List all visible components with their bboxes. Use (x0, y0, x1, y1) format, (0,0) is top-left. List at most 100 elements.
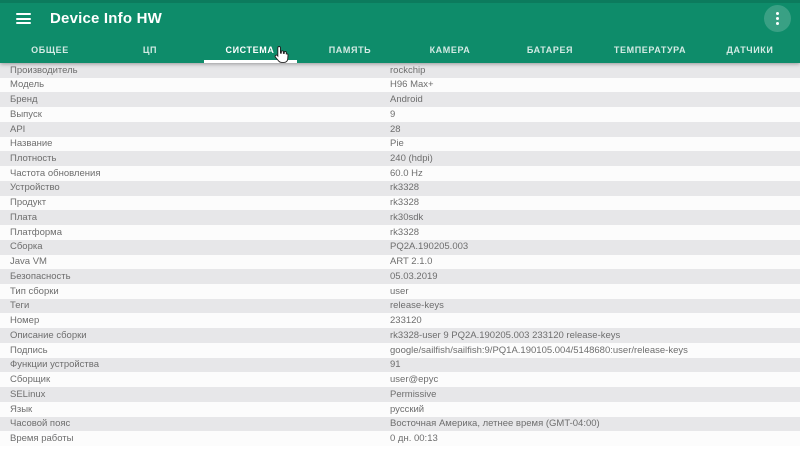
row-label: Сборщик (0, 375, 390, 385)
row-label: Тип сборки (0, 287, 390, 297)
row-value: rk3328 (390, 228, 800, 238)
row-value: 28 (390, 125, 800, 135)
tab-label: ОБЩЕЕ (31, 43, 69, 55)
row-value: 0 дн. 00:13 (390, 434, 800, 444)
row-value: rockchip (390, 66, 800, 76)
overflow-menu-button[interactable] (764, 5, 791, 32)
row-label: Номер (0, 316, 390, 326)
row-value: русский (390, 405, 800, 415)
table-row: Безопасность05.03.2019 (0, 269, 800, 284)
app-header: Device Info HW ОБЩЕЕ ЦП СИСТЕМА ПАМЯТЬ КАМЕР… (0, 0, 800, 63)
row-label: Модель (0, 80, 390, 90)
table-row: Часовой поясВосточная Америка, летнее вр… (0, 417, 800, 432)
tab-system[interactable]: СИСТЕМА (200, 34, 300, 63)
tab-label: КАМЕРА (430, 43, 471, 55)
row-label: Бренд (0, 95, 390, 105)
row-label: Время работы (0, 434, 390, 444)
row-value: 60.0 Hz (390, 169, 800, 179)
row-label: Продукт (0, 198, 390, 208)
row-value: 9 (390, 110, 800, 120)
row-value: 240 (hdpi) (390, 154, 800, 164)
active-tab-indicator (204, 60, 297, 63)
table-row: МодельH96 Max+ (0, 78, 800, 93)
row-label: Устройство (0, 183, 390, 193)
row-value: rk3328 (390, 198, 800, 208)
tab-temperature[interactable]: ТЕМПЕРАТУРА (600, 34, 700, 63)
table-row: БрендAndroid (0, 92, 800, 107)
row-value: user (390, 287, 800, 297)
table-row: Время работы0 дн. 00:13 (0, 431, 800, 446)
vertical-ellipsis-icon (776, 12, 779, 25)
tab-label: ПАМЯТЬ (329, 43, 372, 55)
row-label: Подпись (0, 346, 390, 356)
hamburger-menu-icon[interactable] (16, 13, 31, 24)
tab-cpu[interactable]: ЦП (100, 34, 200, 63)
tab-label: ДАТЧИКИ (727, 43, 774, 55)
row-label: Сборка (0, 242, 390, 252)
table-row: Описание сборкиrk3328-user 9 PQ2A.190205… (0, 328, 800, 343)
table-row: НазваниеPie (0, 137, 800, 152)
row-value: Восточная Америка, летнее время (GMT-04:… (390, 419, 800, 429)
tab-bar: ОБЩЕЕ ЦП СИСТЕМА ПАМЯТЬ КАМЕРА БАТАРЕЯ ТЕМПЕРА… (0, 34, 800, 63)
table-row: Номер233120 (0, 313, 800, 328)
tab-label: ТЕМПЕРАТУРА (614, 43, 686, 55)
table-row: Продуктrk3328 (0, 196, 800, 211)
row-label: Функции устройства (0, 360, 390, 370)
table-row: Выпуск9 (0, 107, 800, 122)
table-row: Частота обновления60.0 Hz (0, 166, 800, 181)
table-row: Тегиrelease-keys (0, 299, 800, 314)
table-row: Платформаrk3328 (0, 225, 800, 240)
table-row: Java VMART 2.1.0 (0, 255, 800, 270)
row-label: Выпуск (0, 110, 390, 120)
row-value: Android (390, 95, 800, 105)
row-value: Pie (390, 139, 800, 149)
row-label: Язык (0, 405, 390, 415)
app-bar: Device Info HW (0, 0, 800, 34)
row-label: Теги (0, 301, 390, 311)
table-row: Тип сборкиuser (0, 284, 800, 299)
row-label: Java VM (0, 257, 390, 267)
row-value: Permissive (390, 390, 800, 400)
tab-general[interactable]: ОБЩЕЕ (0, 34, 100, 63)
row-label: SELinux (0, 390, 390, 400)
row-value: rk3328 (390, 183, 800, 193)
row-value: 91 (390, 360, 800, 370)
table-row: Сборщикuser@epyc (0, 372, 800, 387)
table-row: Платаrk30sdk (0, 210, 800, 225)
row-label: Частота обновления (0, 169, 390, 179)
row-label: Безопасность (0, 272, 390, 282)
row-value: H96 Max+ (390, 80, 800, 90)
system-properties-table: ПроизводительrockchipМодельH96 Max+Бренд… (0, 63, 800, 446)
tab-label: СИСТЕМА (226, 43, 275, 55)
row-label: Название (0, 139, 390, 149)
tab-battery[interactable]: БАТАРЕЯ (500, 34, 600, 63)
table-row: Устройствоrk3328 (0, 181, 800, 196)
row-value: 05.03.2019 (390, 272, 800, 282)
table-row: СборкаPQ2A.190205.003 (0, 240, 800, 255)
row-value: ART 2.1.0 (390, 257, 800, 267)
tab-sensors[interactable]: ДАТЧИКИ (700, 34, 800, 63)
row-label: API (0, 125, 390, 135)
table-row: Подписьgoogle/sailfish/sailfish:9/PQ1A.1… (0, 343, 800, 358)
app-title: Device Info HW (50, 10, 162, 27)
table-row: Производительrockchip (0, 63, 800, 78)
row-value: 233120 (390, 316, 800, 326)
row-label: Описание сборки (0, 331, 390, 341)
table-row: API28 (0, 122, 800, 137)
tab-camera[interactable]: КАМЕРА (400, 34, 500, 63)
row-value: google/sailfish/sailfish:9/PQ1A.190105.0… (390, 346, 800, 356)
table-row: Функции устройства91 (0, 358, 800, 373)
row-label: Платформа (0, 228, 390, 238)
row-label: Производитель (0, 66, 390, 76)
table-row: Языкрусский (0, 402, 800, 417)
row-value: rk3328-user 9 PQ2A.190205.003 233120 rel… (390, 331, 800, 341)
row-value: rk30sdk (390, 213, 800, 223)
row-value: release-keys (390, 301, 800, 311)
tab-memory[interactable]: ПАМЯТЬ (300, 34, 400, 63)
table-row: SELinuxPermissive (0, 387, 800, 402)
row-label: Плата (0, 213, 390, 223)
tab-label: БАТАРЕЯ (527, 43, 573, 55)
tab-label: ЦП (143, 43, 157, 55)
row-value: user@epyc (390, 375, 800, 385)
row-label: Часовой пояс (0, 419, 390, 429)
